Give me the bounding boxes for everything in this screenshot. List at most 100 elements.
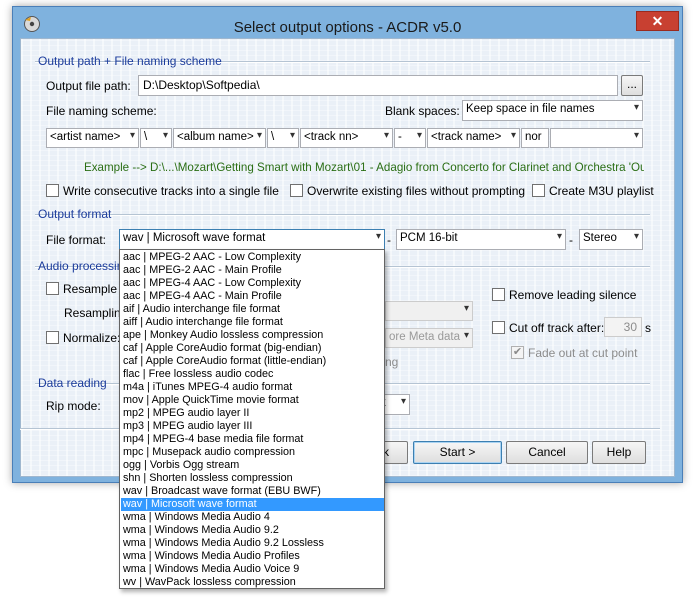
scheme-value-4: \ [271,131,275,143]
format-option[interactable]: mp3 | MPEG audio layer III [121,420,384,433]
codec-select[interactable]: PCM 16-bit ▾ [396,229,566,250]
file-format-value: wav | Microsoft wave format [123,232,266,244]
format-option[interactable]: caf | Apple CoreAudio format (big-endian… [121,342,384,355]
blank-spaces-label: Blank spaces: [385,104,460,118]
output-path-label: Output file path: [46,79,131,93]
help-button[interactable]: Help [592,441,646,464]
cut-off-unit: s [645,321,651,335]
browse-button[interactable]: ... [621,75,643,96]
output-path-input[interactable]: D:\Desktop\Softpedia\ [138,75,618,96]
cut-off-checkbox[interactable] [492,321,505,334]
data-reading-group-legend: Data reading [38,376,107,390]
chevron-down-icon: ▾ [375,231,381,242]
format-separator-2: - [569,233,573,247]
blank-spaces-value: Keep space in file names [466,103,595,115]
chevron-down-icon: ▾ [256,130,262,141]
scheme-value-3: <album name> [177,131,254,143]
file-format-select[interactable]: wav | Microsoft wave format ▾ [119,229,385,250]
chevron-down-icon: ▾ [556,231,562,242]
normalize-select[interactable]: ore Meta data ▾ [385,328,473,348]
naming-example-text: Example --> D:\...\Mozart\Getting Smart … [84,161,644,174]
blank-spaces-select[interactable]: Keep space in file names ▾ [462,100,643,121]
scheme-value-1: <artist name> [50,131,121,143]
scheme-select-7[interactable]: <track name> ▾ [427,128,520,148]
chevron-down-icon: ▾ [633,102,639,113]
format-option[interactable]: mpc | Musepack audio compression [121,446,384,459]
scheme-select-3[interactable]: <album name> ▾ [173,128,266,148]
scheme-value-5: <track nn> [304,131,359,143]
codec-value: PCM 16-bit [400,232,458,244]
format-option[interactable]: ape | Monkey Audio lossless compression [121,329,384,342]
cancel-button[interactable]: Cancel [506,441,588,464]
close-button[interactable]: ✕ [636,11,679,31]
remove-silence-checkbox[interactable] [492,288,505,301]
cut-off-seconds-input[interactable]: 30 [604,317,642,337]
scheme-select-9[interactable]: ▾ [550,128,643,148]
format-option[interactable]: wma | Windows Media Audio 9.2 [121,524,384,537]
format-option[interactable]: aac | MPEG-4 AAC - Main Profile [121,290,384,303]
scheme-select-5[interactable]: <track nn> ▾ [300,128,393,148]
fade-out-label: Fade out at cut point [528,346,638,360]
format-option[interactable]: wv | WavPack lossless compression [121,576,384,588]
format-option[interactable]: aac | MPEG-2 AAC - Main Profile [121,264,384,277]
scheme-select-2[interactable]: \ ▾ [140,128,172,148]
normalize-extra-label: ng [385,355,399,369]
format-option[interactable]: aac | MPEG-2 AAC - Low Complexity [121,251,384,264]
format-option[interactable]: wma | Windows Media Audio Profiles [121,550,384,563]
chevron-down-icon: ▾ [416,130,422,141]
chevron-down-icon: ▾ [463,330,469,341]
format-option[interactable]: caf | Apple CoreAudio format (little-end… [121,355,384,368]
format-option[interactable]: mp4 | MPEG-4 base media file format [121,433,384,446]
close-icon: ✕ [651,13,664,29]
format-option[interactable]: wav | Broadcast wave format (EBU BWF) [121,485,384,498]
format-option[interactable]: mov | Apple QuickTime movie format [121,394,384,407]
normalize-select-value: ore Meta data [389,331,460,343]
chevron-down-icon: ▾ [510,130,516,141]
scheme-select-6[interactable]: - ▾ [394,128,426,148]
format-option[interactable]: aiff | Audio interchange file format [121,316,384,329]
chevron-down-icon: ▾ [129,130,135,141]
format-option[interactable]: wma | Windows Media Audio 9.2 Lossless [121,537,384,550]
chevron-down-icon: ▾ [633,130,639,141]
format-option[interactable]: shn | Shorten lossless compression [121,472,384,485]
channels-select[interactable]: Stereo ▾ [579,229,643,250]
format-option[interactable]: wma | Windows Media Audio 4 [121,511,384,524]
output-format-group-border [35,214,650,216]
format-option[interactable]: aif | Audio interchange file format [121,303,384,316]
rip-mode-label: Rip mode: [46,399,101,413]
output-format-group-legend: Output format [38,207,112,221]
start-button[interactable]: Start > [413,441,502,464]
scheme-value-7: <track name> [431,131,502,143]
format-option[interactable]: wma | Windows Media Audio Voice 9 [121,563,384,576]
scheme-value-2: \ [144,131,148,143]
resampling-select[interactable]: ▾ [385,301,473,321]
format-option[interactable]: aac | MPEG-4 AAC - Low Complexity [121,277,384,290]
file-format-dropdown-list[interactable]: aac | MPEG-2 AAC - Low Complexity aac | M… [119,249,385,589]
chevron-down-icon: ▾ [383,130,389,141]
chevron-down-icon: ▾ [162,130,168,141]
overwrite-checkbox[interactable] [290,184,303,197]
chevron-down-icon: ▾ [463,303,469,314]
normalize-label: Normalize: [63,331,121,345]
scheme-select-1[interactable]: <artist name> ▾ [46,128,139,148]
scheme-select-4[interactable]: \ ▾ [267,128,299,148]
file-naming-label: File naming scheme: [46,104,157,118]
write-consecutive-checkbox[interactable] [46,184,59,197]
chevron-down-icon: ▾ [289,130,295,141]
output-path-group-legend: Output path + File naming scheme [38,54,222,68]
format-option[interactable]: mp2 | MPEG audio layer II [121,407,384,420]
format-option[interactable]: flac | Free lossless audio codec [121,368,384,381]
resample-checkbox[interactable] [46,282,59,295]
fade-out-checkbox[interactable]: ✔ [511,346,524,359]
overwrite-label: Overwrite existing files without prompti… [307,184,526,198]
resampling-label: Resampling [64,306,128,320]
format-option[interactable]: wav | Microsoft wave format [121,498,384,511]
m3u-playlist-checkbox[interactable] [532,184,545,197]
channels-value: Stereo [583,232,617,244]
audio-processing-group-legend: Audio processing [38,259,131,273]
format-option[interactable]: ogg | Vorbis Ogg stream [121,459,384,472]
normalize-checkbox[interactable] [46,331,59,344]
scheme-select-8[interactable]: nor [521,128,549,148]
format-option[interactable]: m4a | iTunes MPEG-4 audio format [121,381,384,394]
write-consecutive-label: Write consecutive tracks into a single f… [63,184,279,198]
